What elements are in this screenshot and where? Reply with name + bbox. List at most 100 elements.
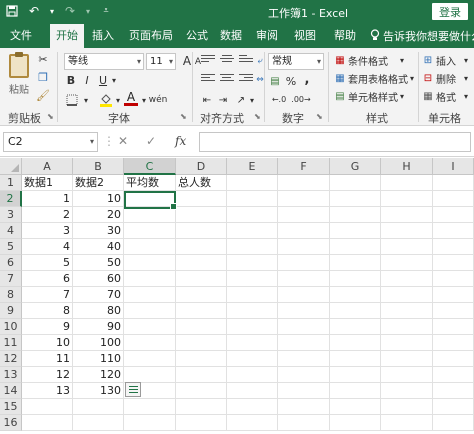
login-button[interactable]: 登录 xyxy=(432,3,468,20)
clipboard-launcher-icon[interactable]: ⬊ xyxy=(47,112,54,121)
cell-c11[interactable] xyxy=(124,335,176,351)
cell-h3[interactable] xyxy=(381,207,433,223)
cell-g9[interactable] xyxy=(330,303,381,319)
cell-a2[interactable]: 1 xyxy=(22,191,73,207)
cell-c9[interactable] xyxy=(124,303,176,319)
cell-c13[interactable] xyxy=(124,367,176,383)
cell-h8[interactable] xyxy=(381,287,433,303)
cell-f6[interactable] xyxy=(278,255,330,271)
alignment-launcher-icon[interactable]: ⬊ xyxy=(254,112,261,121)
borders-icon[interactable] xyxy=(64,92,80,108)
cell-e6[interactable] xyxy=(227,255,278,271)
customize-qat-icon[interactable]: ⩡ xyxy=(98,3,114,19)
cell-i5[interactable] xyxy=(433,239,474,255)
cell-f3[interactable] xyxy=(278,207,330,223)
cell-e7[interactable] xyxy=(227,271,278,287)
format-as-table-button[interactable]: 套用表格格式 xyxy=(348,71,408,86)
row-header-7[interactable]: 7 xyxy=(0,271,22,287)
merge-center-icon[interactable]: ⇔ xyxy=(256,72,264,88)
cell-h11[interactable] xyxy=(381,335,433,351)
enter-entry-icon[interactable]: ✓ xyxy=(146,134,156,148)
column-header-e[interactable]: E xyxy=(227,158,278,175)
cell-a15[interactable] xyxy=(22,399,73,415)
chevron-down-icon[interactable]: ▾ xyxy=(398,53,406,67)
tab-help[interactable]: 帮助 xyxy=(330,24,360,48)
cell-g10[interactable] xyxy=(330,319,381,335)
cell-e8[interactable] xyxy=(227,287,278,303)
cell-f8[interactable] xyxy=(278,287,330,303)
cell-f9[interactable] xyxy=(278,303,330,319)
cell-e10[interactable] xyxy=(227,319,278,335)
cell-i2[interactable] xyxy=(433,191,474,207)
cell-f5[interactable] xyxy=(278,239,330,255)
cell-h7[interactable] xyxy=(381,271,433,287)
paste-icon[interactable] xyxy=(9,52,29,78)
cell-e13[interactable] xyxy=(227,367,278,383)
format-cells-button[interactable]: 格式 xyxy=(436,89,456,104)
cell-d11[interactable] xyxy=(176,335,227,351)
cell-a8[interactable]: 7 xyxy=(22,287,73,303)
paste-button[interactable]: 粘贴 xyxy=(4,82,34,96)
italic-button[interactable]: I xyxy=(80,72,94,88)
cell-d15[interactable] xyxy=(176,399,227,415)
tab-file[interactable]: 文件 xyxy=(4,24,38,48)
cell-b10[interactable]: 90 xyxy=(73,319,124,335)
cell-f15[interactable] xyxy=(278,399,330,415)
cell-a10[interactable]: 9 xyxy=(22,319,73,335)
cell-b2[interactable]: 10 xyxy=(73,191,124,207)
row-header-12[interactable]: 12 xyxy=(0,351,22,367)
conditional-formatting-button[interactable]: 条件格式 xyxy=(348,53,388,68)
cell-i11[interactable] xyxy=(433,335,474,351)
formula-input[interactable] xyxy=(199,132,471,152)
column-header-a[interactable]: A xyxy=(22,158,73,175)
cell-a5[interactable]: 4 xyxy=(22,239,73,255)
cell-b5[interactable]: 40 xyxy=(73,239,124,255)
cell-g1[interactable] xyxy=(330,175,381,191)
cell-g5[interactable] xyxy=(330,239,381,255)
number-launcher-icon[interactable]: ⬊ xyxy=(316,112,323,121)
cell-i10[interactable] xyxy=(433,319,474,335)
chevron-down-icon[interactable]: ▾ xyxy=(110,72,118,88)
row-header-14[interactable]: 14 xyxy=(0,383,22,399)
cell-h13[interactable] xyxy=(381,367,433,383)
cell-e11[interactable] xyxy=(227,335,278,351)
row-header-6[interactable]: 6 xyxy=(0,255,22,271)
tab-data[interactable]: 数据 xyxy=(216,24,246,48)
insert-cells-button[interactable]: 插入 xyxy=(436,53,456,68)
cell-i9[interactable] xyxy=(433,303,474,319)
cell-a11[interactable]: 10 xyxy=(22,335,73,351)
cell-c4[interactable] xyxy=(124,223,176,239)
worksheet-grid[interactable]: 数据1 数据2 平均数 总人数 1 10 2 20 3 30 4 40 5 50 6 60 7 70 8 80 9 90 1… xyxy=(0,158,474,434)
chevron-down-icon[interactable]: ▾ xyxy=(462,71,470,85)
cell-d2[interactable] xyxy=(176,191,227,207)
phonetic-guide-icon[interactable]: wén xyxy=(149,92,168,108)
cell-f12[interactable] xyxy=(278,351,330,367)
cell-a4[interactable]: 3 xyxy=(22,223,73,239)
undo-icon[interactable]: ↶ xyxy=(26,3,42,19)
cell-b9[interactable]: 80 xyxy=(73,303,124,319)
grow-font-icon[interactable]: A xyxy=(182,53,192,69)
row-header-5[interactable]: 5 xyxy=(0,239,22,255)
cell-b3[interactable]: 20 xyxy=(73,207,124,223)
delete-cells-button[interactable]: 删除 xyxy=(436,71,456,86)
cell-d14[interactable] xyxy=(176,383,227,399)
decrease-indent-icon[interactable]: ⇤ xyxy=(200,92,214,108)
cell-b15[interactable] xyxy=(73,399,124,415)
column-header-h[interactable]: H xyxy=(381,158,433,175)
tab-page-layout[interactable]: 页面布局 xyxy=(126,24,176,48)
cell-h15[interactable] xyxy=(381,399,433,415)
cell-b13[interactable]: 120 xyxy=(73,367,124,383)
cell-g14[interactable] xyxy=(330,383,381,399)
copy-icon[interactable]: ❐ xyxy=(36,70,50,84)
cell-f4[interactable] xyxy=(278,223,330,239)
decrease-decimal-icon[interactable]: .00→ xyxy=(291,92,310,106)
chevron-down-icon[interactable]: ▾ xyxy=(248,92,256,108)
tab-insert[interactable]: 插入 xyxy=(86,24,120,48)
font-color-icon[interactable]: A xyxy=(124,90,138,106)
cell-h16[interactable] xyxy=(381,415,433,431)
cell-g8[interactable] xyxy=(330,287,381,303)
cell-c5[interactable] xyxy=(124,239,176,255)
cell-i8[interactable] xyxy=(433,287,474,303)
cell-h5[interactable] xyxy=(381,239,433,255)
percent-style-button[interactable]: % xyxy=(284,74,298,88)
